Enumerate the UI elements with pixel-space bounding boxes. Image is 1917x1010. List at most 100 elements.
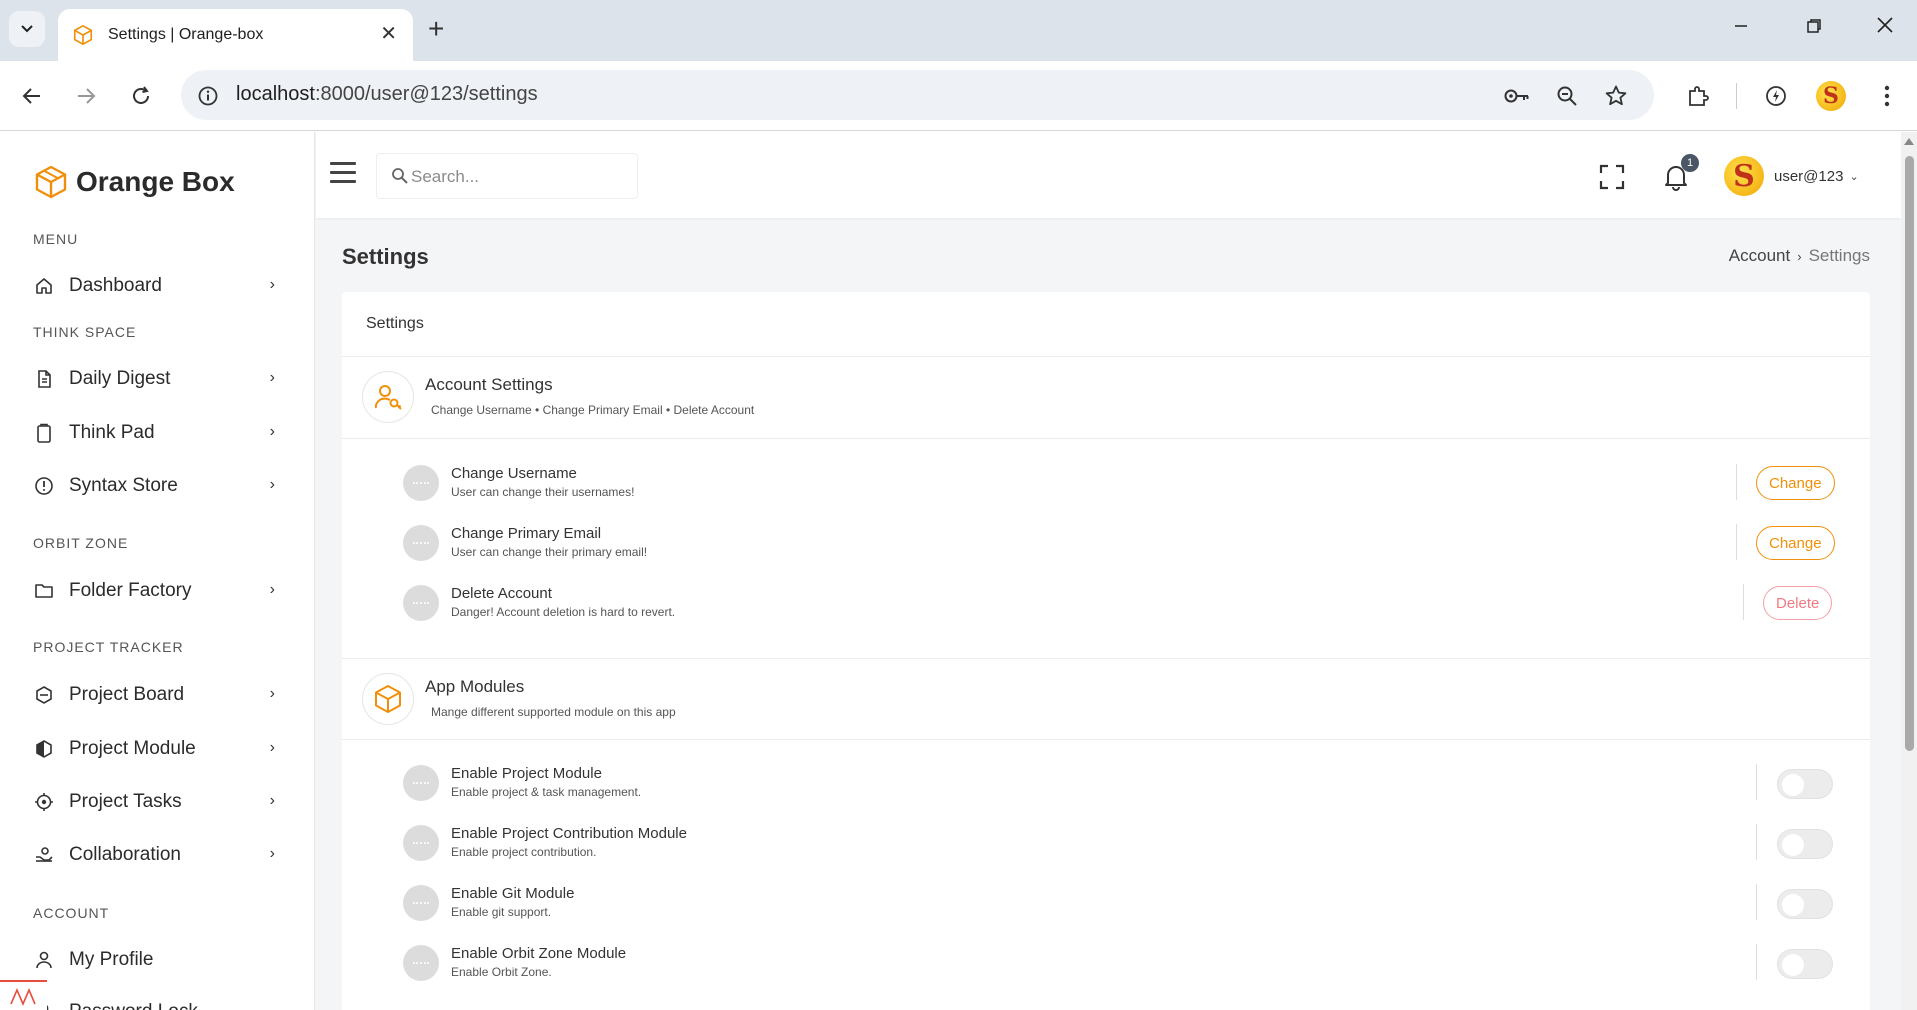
forward-button[interactable] <box>71 81 101 111</box>
orbit-zone-module-toggle[interactable] <box>1777 949 1833 979</box>
sidebar-item-project-board[interactable]: Project Board › <box>33 677 283 713</box>
performance-button[interactable] <box>1761 81 1791 111</box>
profile-button[interactable]: S <box>1816 81 1846 111</box>
module-title: Enable Orbit Zone Module <box>451 945 627 962</box>
sidebar-item-label: Think Pad <box>69 422 155 443</box>
module-title: Enable Project Module <box>451 765 602 782</box>
setting-row-delete-account: Delete Account Danger! Account deletion … <box>342 576 1870 624</box>
hexagon-half-icon <box>33 738 55 760</box>
scroll-up-arrow-icon[interactable] <box>1904 138 1914 145</box>
browser-menu-button[interactable] <box>1872 81 1902 111</box>
brand-name: Orange Box <box>76 166 235 197</box>
sidebar-item-password-lock[interactable]: Password Lock <box>33 994 283 1010</box>
avatar: S <box>1724 156 1764 196</box>
sidebar-item-folder-factory[interactable]: Folder Factory › <box>33 573 283 609</box>
sidebar-item-project-tasks[interactable]: Project Tasks › <box>33 784 283 820</box>
app-root: Orange Box MENU Dashboard › THINK SPACE … <box>0 132 1917 1010</box>
hand-share-icon <box>33 844 55 866</box>
clipboard-icon <box>33 422 55 444</box>
restore-button[interactable] <box>1806 14 1822 40</box>
project-module-toggle[interactable] <box>1777 769 1833 799</box>
browser-toolbar: localhost:8000/user@123/settings S <box>0 61 1917 131</box>
settings-card-header: Settings <box>342 292 1870 357</box>
search-input[interactable] <box>411 164 631 190</box>
sidebar-item-daily-digest[interactable]: Daily Digest › <box>33 361 283 397</box>
chevron-down-icon: ⌄ <box>1849 170 1859 183</box>
chevron-right-icon: › <box>269 276 275 293</box>
bookmark-star-icon[interactable] <box>1603 83 1629 109</box>
breadcrumb-account-link[interactable]: Account <box>1729 246 1790 266</box>
module-row-project-contribution: Enable Project Contribution Module Enabl… <box>342 816 1870 864</box>
chevron-right-icon: › <box>269 476 275 493</box>
brand[interactable]: Orange Box <box>34 165 235 199</box>
module-title: Enable Git Module <box>451 885 575 902</box>
minimize-button[interactable] <box>1733 14 1749 40</box>
setting-row-change-username: Change Username User can change their us… <box>342 456 1870 504</box>
hamburger-menu-icon[interactable] <box>330 162 356 184</box>
sidebar-item-label: Password Lock <box>69 1001 198 1010</box>
module-row-git: Enable Git Module Enable git support. <box>342 876 1870 924</box>
new-tab-button[interactable]: + <box>428 14 444 44</box>
close-window-button[interactable] <box>1876 14 1894 40</box>
account-heading: ACCOUNT <box>33 905 110 921</box>
app-topbar: 1 S user@123 ⌄ <box>316 132 1901 218</box>
notifications-button[interactable]: 1 <box>1661 154 1699 192</box>
debug-toolbar-icon[interactable] <box>0 980 47 1010</box>
project-contribution-module-toggle[interactable] <box>1777 829 1833 859</box>
reload-button[interactable] <box>126 81 156 111</box>
settings-card-title: Settings <box>366 315 424 332</box>
divider <box>1743 584 1744 620</box>
chevron-right-icon: › <box>269 581 275 598</box>
arrow-right-icon <box>78 88 96 104</box>
toggle-knob <box>1782 774 1804 796</box>
app-modules-title: App Modules <box>425 677 525 696</box>
change-username-button[interactable]: Change <box>1756 466 1835 500</box>
setting-row-change-primary-email: Change Primary Email User can change the… <box>342 516 1870 564</box>
chevron-right-icon: › <box>269 423 275 440</box>
alert-circle-icon <box>33 475 55 497</box>
setting-bullet-icon <box>403 825 439 861</box>
sidebar-item-think-pad[interactable]: Think Pad › <box>33 415 283 451</box>
sidebar-item-label: My Profile <box>69 949 154 970</box>
zoom-out-icon[interactable] <box>1554 83 1580 109</box>
user-key-icon <box>362 371 414 423</box>
orange-box-favicon-icon <box>73 24 93 46</box>
delete-account-button[interactable]: Delete <box>1763 586 1833 620</box>
scrollbar-thumb[interactable] <box>1905 156 1914 751</box>
setting-bullet-icon <box>403 945 439 981</box>
account-settings-subtitle: Change Username • Change Primary Email •… <box>431 403 755 417</box>
divider <box>1756 824 1757 860</box>
tab-list-button[interactable] <box>9 11 45 47</box>
setting-bullet-icon <box>403 525 439 561</box>
git-module-toggle[interactable] <box>1777 889 1833 919</box>
setting-title: Change Username <box>451 465 577 482</box>
sidebar-item-my-profile[interactable]: My Profile <box>33 942 283 978</box>
search-box[interactable] <box>376 153 638 199</box>
address-bar[interactable]: localhost:8000/user@123/settings <box>181 70 1654 120</box>
tab-close-icon[interactable]: ✕ <box>380 24 397 44</box>
arrow-left-icon <box>22 88 40 104</box>
module-row-orbit-zone: Enable Orbit Zone Module Enable Orbit Zo… <box>342 936 1870 984</box>
page-scrollbar[interactable] <box>1901 132 1917 1010</box>
site-info-icon[interactable] <box>195 83 221 109</box>
module-row-project: Enable Project Module Enable project & t… <box>342 756 1870 804</box>
sidebar-item-collaboration[interactable]: Collaboration › <box>33 837 283 873</box>
fullscreen-button[interactable] <box>1597 162 1627 192</box>
url-text[interactable]: localhost:8000/user@123/settings <box>236 83 538 106</box>
sidebar-item-project-module[interactable]: Project Module › <box>33 731 283 767</box>
reload-icon <box>133 86 149 104</box>
back-button[interactable] <box>17 81 47 111</box>
browser-tab[interactable]: Settings | Orange-box ✕ <box>58 9 413 61</box>
chevron-right-icon: › <box>1797 248 1802 264</box>
settings-card: Settings Account Settings Change Usernam… <box>342 292 1870 1010</box>
setting-description: Danger! Account deletion is hard to reve… <box>451 605 676 619</box>
sidebar-item-dashboard[interactable]: Dashboard › <box>33 268 283 304</box>
sidebar-item-label: Folder Factory <box>69 580 192 601</box>
project-tracker-heading: PROJECT TRACKER <box>33 639 184 655</box>
user-menu[interactable]: S user@123 ⌄ <box>1724 156 1859 196</box>
password-key-icon[interactable] <box>1504 83 1530 109</box>
sidebar-item-syntax-store[interactable]: Syntax Store › <box>33 468 283 504</box>
extensions-button[interactable] <box>1683 81 1713 111</box>
document-icon <box>33 368 55 390</box>
change-email-button[interactable]: Change <box>1756 526 1835 560</box>
